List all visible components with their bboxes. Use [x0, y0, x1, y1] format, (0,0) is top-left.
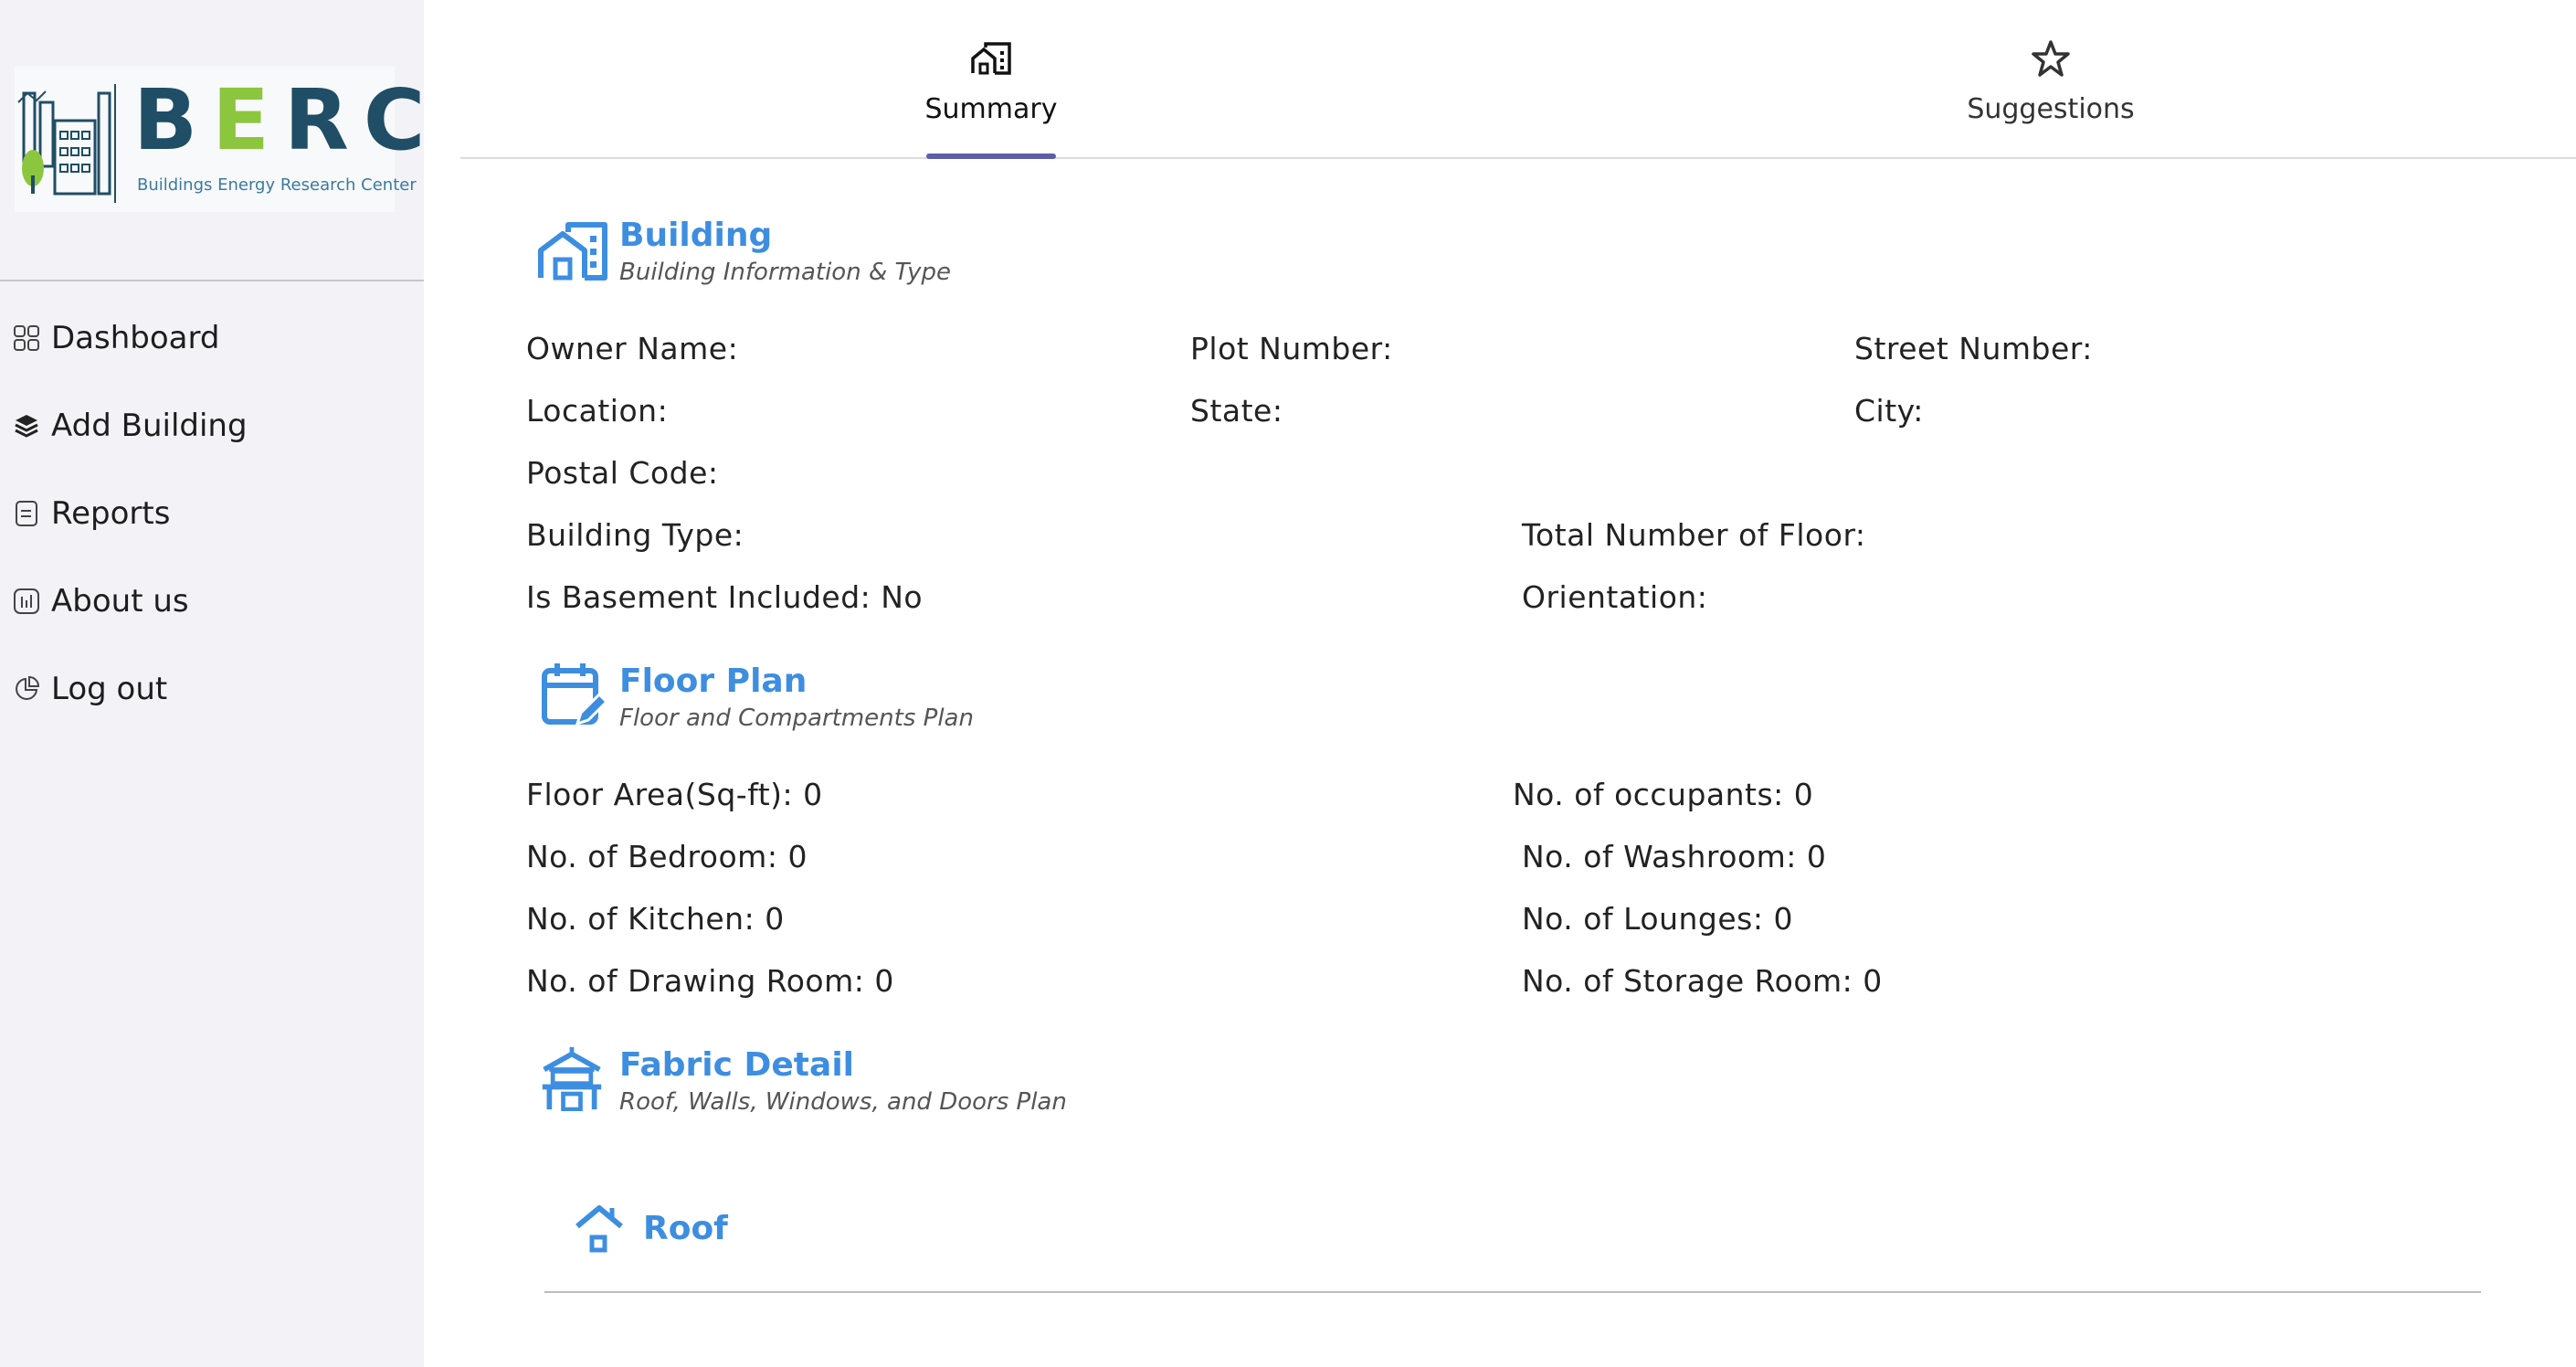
- sidebar-item-label: Dashboard: [51, 320, 220, 356]
- street-number-field: Street Number:: [1854, 331, 2093, 366]
- sidebar-item-label: Reports: [51, 495, 171, 532]
- sidebar-item-label: Add Building: [51, 408, 248, 444]
- floor-plan-section-title: Floor Plan: [619, 662, 808, 700]
- basement-field: Is Basement Included: No: [526, 579, 924, 615]
- floor-area-field: Floor Area(Sq-ft): 0: [526, 777, 823, 812]
- floor-plan-section-subtitle: Floor and Compartments Plan: [619, 705, 974, 733]
- sidebar-item-reports[interactable]: Reports: [13, 486, 170, 541]
- house-icon: [575, 1205, 623, 1253]
- grid-icon: [14, 325, 39, 351]
- roof-divider: [544, 1291, 2481, 1293]
- bedroom-field: No. of Bedroom: 0: [526, 839, 808, 874]
- document-icon: [16, 501, 37, 526]
- tab-summary-label: Summary: [924, 93, 1058, 125]
- location-field: Location:: [526, 393, 669, 429]
- city-skyline-icon: [17, 84, 116, 203]
- lounges-field: No. of Lounges: 0: [1522, 901, 1793, 937]
- floor-plan-section-header: Floor Plan Floor and Compartments Plan: [535, 662, 974, 733]
- active-tab-indicator: [926, 154, 1056, 159]
- fabric-detail-section-subtitle: Roof, Walls, Windows, and Doors Plan: [619, 1088, 1067, 1117]
- pie-icon: [16, 675, 40, 700]
- roof-label: Roof: [643, 1209, 728, 1247]
- postal-code-field: Postal Code:: [526, 455, 719, 491]
- owner-name-field: Owner Name:: [526, 331, 739, 366]
- roof-accordion-header[interactable]: Roof: [574, 1201, 728, 1256]
- building-icon: [971, 42, 1011, 75]
- sidebar-item-log-out[interactable]: Log out: [13, 662, 167, 716]
- chart-icon: [14, 588, 39, 614]
- sidebar-item-label: Log out: [51, 671, 168, 707]
- tab-suggestions[interactable]: Suggestions: [1955, 37, 2147, 159]
- plot-number-field: Plot Number:: [1190, 331, 1393, 366]
- washroom-field: No. of Washroom: 0: [1522, 839, 1827, 874]
- building-section-title: Building: [619, 217, 773, 254]
- brand-tagline: Buildings Energy Research Center: [137, 175, 417, 195]
- occupants-field: No. of occupants: 0: [1513, 777, 1814, 812]
- tab-summary[interactable]: Summary: [923, 37, 1060, 159]
- drawing-room-field: No. of Drawing Room: 0: [526, 963, 894, 999]
- pagoda-icon: [542, 1046, 602, 1111]
- building-type-field: Building Type:: [526, 517, 744, 553]
- sidebar-item-add-building[interactable]: Add Building: [13, 398, 248, 453]
- berc-logo[interactable]: BERC Buildings Energy Research Center: [15, 66, 425, 212]
- orientation-field: Orientation:: [1522, 579, 1708, 615]
- city-field: City:: [1854, 393, 1924, 429]
- tab-bar-divider: [460, 157, 2576, 159]
- sidebar: BERC Buildings Energy Research Center Da…: [0, 0, 425, 1367]
- storage-room-field: No. of Storage Room: 0: [1522, 963, 1883, 999]
- kitchen-field: No. of Kitchen: 0: [526, 901, 785, 937]
- tab-suggestions-label: Suggestions: [1967, 93, 2135, 125]
- fabric-detail-section-header: Fabric Detail Roof, Walls, Windows, and …: [535, 1045, 1067, 1117]
- building-section-subtitle: Building Information & Type: [619, 259, 952, 287]
- brand-name: BERC: [133, 71, 440, 169]
- sidebar-divider: [0, 280, 424, 281]
- total-floors-field: Total Number of Floor:: [1522, 517, 1866, 553]
- state-field: State:: [1190, 393, 1283, 429]
- fabric-detail-section-title: Fabric Detail: [619, 1046, 854, 1084]
- star-icon: [2032, 40, 2070, 77]
- sidebar-item-label: About us: [51, 583, 189, 620]
- stack-icon: [15, 415, 38, 438]
- sidebar-item-about-us[interactable]: About us: [13, 574, 189, 629]
- calendar-edit-icon: [542, 663, 608, 726]
- sidebar-item-dashboard[interactable]: Dashboard: [13, 311, 219, 366]
- building-section-header: Building Building Information & Type: [535, 216, 951, 287]
- building-icon: [538, 222, 607, 281]
